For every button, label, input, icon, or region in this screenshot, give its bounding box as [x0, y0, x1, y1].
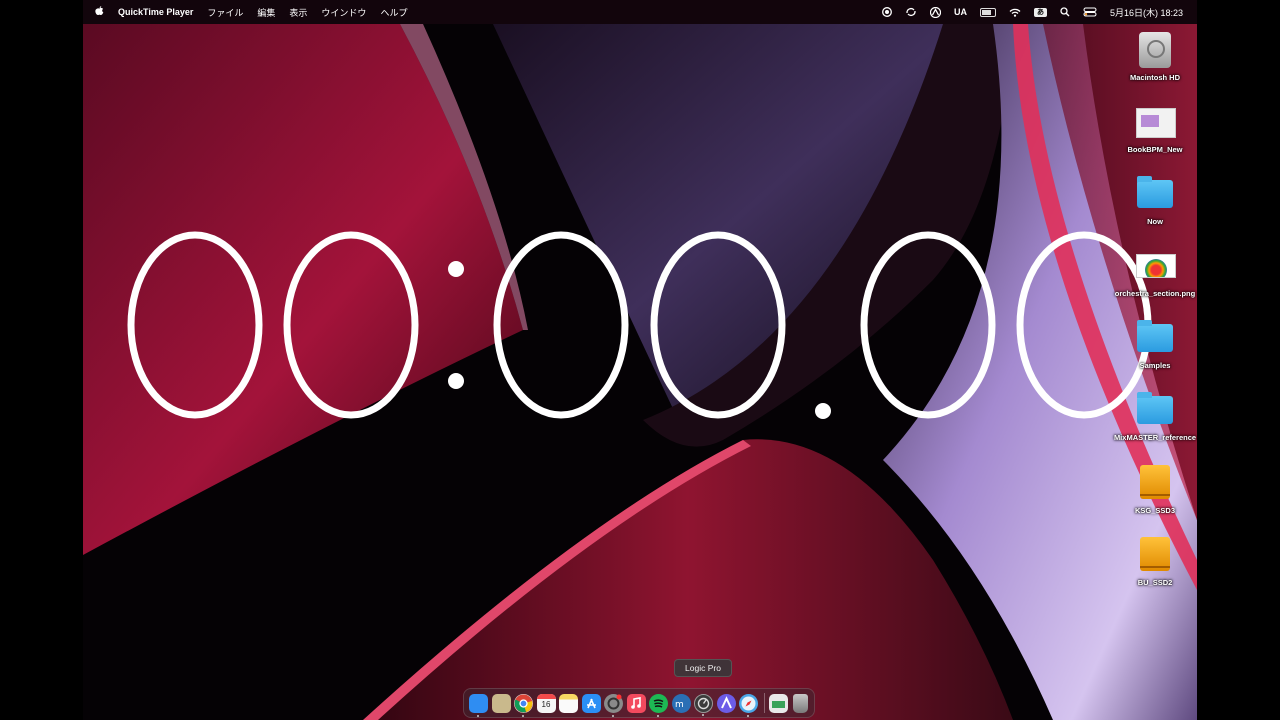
dock-system-settings-icon[interactable]	[604, 693, 623, 717]
record-status-icon[interactable]	[882, 7, 892, 17]
external-drive-icon	[1135, 463, 1175, 503]
dock-trash-icon[interactable]	[793, 693, 808, 713]
wifi-icon[interactable]	[1009, 8, 1021, 17]
desktop-icon-label: BookBPM_New	[1127, 145, 1183, 154]
dock-spotify-icon[interactable]	[649, 693, 668, 717]
desktop-wallpaper	[83, 0, 1197, 720]
battery-icon[interactable]	[979, 7, 996, 17]
external-drive-icon	[1135, 535, 1175, 575]
dock-calendar-day: 16	[541, 699, 551, 709]
dock-arc-icon[interactable]	[716, 693, 736, 713]
sync-status-icon[interactable]	[905, 7, 917, 17]
dock-chrome-icon[interactable]	[514, 693, 533, 717]
desktop-icon-label: Samples	[1139, 361, 1171, 370]
menu-window[interactable]: ウインドウ	[321, 6, 366, 19]
desktop-icon-label: orchestra_section.png	[1114, 289, 1196, 298]
desktop-icon-label: MixMASTER_reference	[1113, 433, 1197, 442]
desktop-icon-label: Now	[1147, 217, 1163, 226]
dock-notes-icon[interactable]	[559, 693, 578, 713]
folder-icon	[1135, 318, 1175, 358]
input-mode-icon[interactable]: あ	[1033, 7, 1047, 17]
dock-tooltip: Logic Pro	[674, 659, 732, 677]
dock-music-icon[interactable]	[626, 693, 646, 713]
arc-status-icon[interactable]	[929, 6, 941, 18]
dock-musescore-icon[interactable]: m	[671, 693, 691, 713]
folder-icon	[1135, 174, 1175, 214]
dock-logic-pro-icon[interactable]	[694, 693, 713, 716]
dock: 16 m	[463, 688, 815, 718]
menu-bar: QuickTime Player ファイル 編集 表示 ウインドウ ヘルプ UA…	[83, 0, 1197, 24]
menu-file[interactable]: ファイル	[207, 6, 243, 19]
dock-app-store-icon[interactable]	[581, 693, 601, 713]
desktop-screen: QuickTime Player ファイル 編集 表示 ウインドウ ヘルプ UA…	[83, 0, 1197, 720]
desktop-icon-macintosh-hd[interactable]: Macintosh HD	[1110, 30, 1197, 83]
desktop-icon-now-folder[interactable]: Now	[1110, 174, 1197, 227]
desktop-icon-bu-ssd2[interactable]: BU_SSD2	[1110, 535, 1197, 588]
desktop-icon-mixmaster-folder[interactable]: MixMASTER_reference	[1110, 390, 1197, 443]
control-center-icon[interactable]	[1083, 7, 1097, 17]
hard-drive-icon	[1135, 30, 1175, 70]
menubar-clock[interactable]: 5月16日(木) 18:23	[1110, 6, 1183, 19]
desktop-icon-ksg-ssd3[interactable]: KSG_SSD3	[1110, 463, 1197, 516]
svg-text:m: m	[675, 700, 684, 710]
app-name-menu[interactable]: QuickTime Player	[118, 7, 193, 17]
menu-help[interactable]: ヘルプ	[380, 6, 407, 19]
input-source-label[interactable]: UA	[954, 7, 967, 17]
image-thumbnail-icon	[1135, 246, 1176, 286]
menu-view[interactable]: 表示	[289, 6, 307, 19]
dock-finder-icon[interactable]	[469, 693, 488, 717]
folder-icon	[1135, 390, 1175, 430]
dock-safari-icon[interactable]	[739, 693, 758, 717]
apple-menu-icon[interactable]	[95, 6, 104, 18]
dock-preview-icon[interactable]	[768, 693, 788, 713]
document-thumbnail-icon	[1135, 102, 1176, 142]
desktop-icon-label: BU_SSD2	[1137, 578, 1173, 587]
desktop-icon-orchestra-section[interactable]: orchestra_section.png	[1110, 246, 1197, 299]
menu-edit[interactable]: 編集	[257, 6, 275, 19]
desktop-icon-label: Macintosh HD	[1129, 73, 1180, 82]
desktop-icon-bookbpm[interactable]: BookBPM_New	[1110, 102, 1197, 155]
dock-separator	[763, 693, 765, 713]
dock-launchpad-icon[interactable]	[491, 693, 511, 713]
desktop-icon-label: KSG_SSD3	[1134, 506, 1176, 515]
desktop-icon-samples-folder[interactable]: Samples	[1110, 318, 1197, 371]
spotlight-search-icon[interactable]	[1060, 7, 1070, 17]
dock-calendar-icon[interactable]: 16	[536, 693, 556, 713]
